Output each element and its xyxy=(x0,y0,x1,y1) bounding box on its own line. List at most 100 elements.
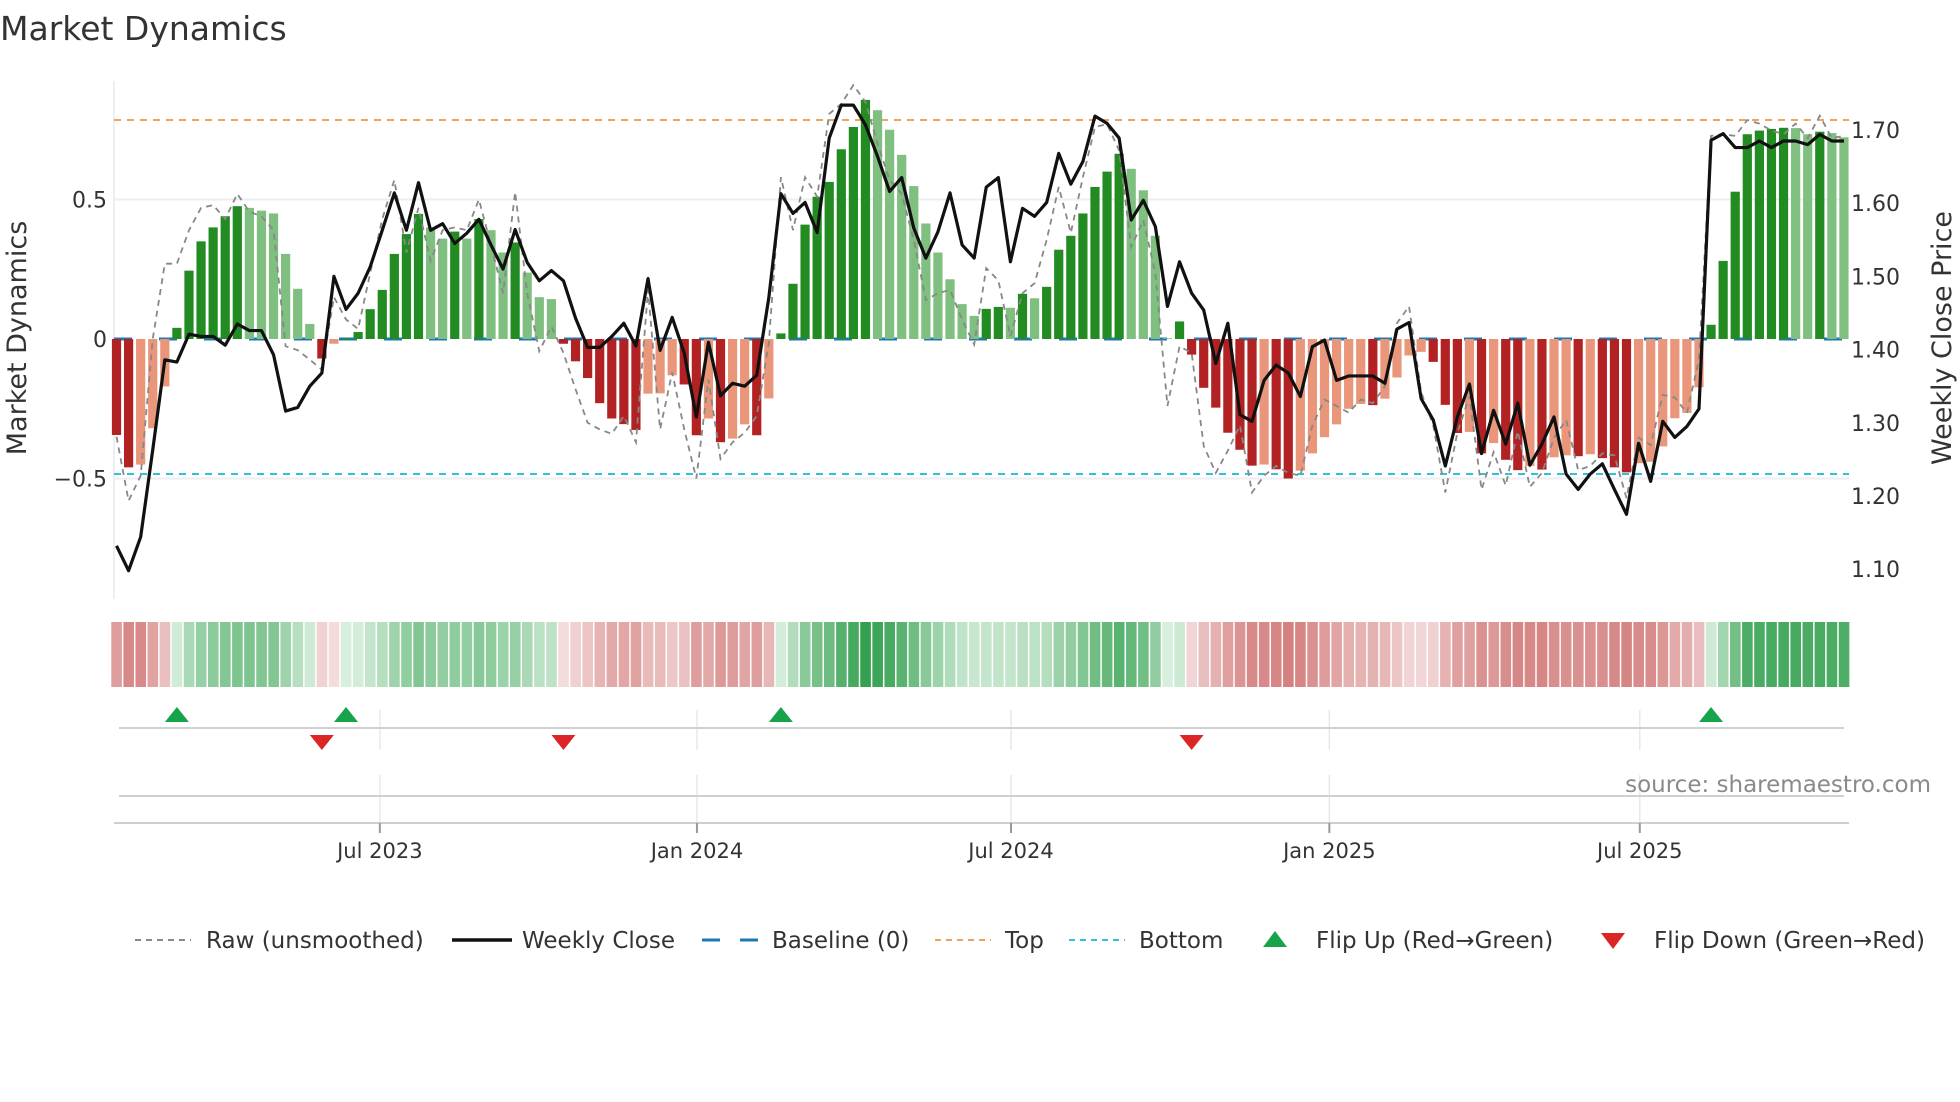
bar xyxy=(1597,339,1607,459)
strip-cell xyxy=(751,622,763,687)
strip-cell xyxy=(944,622,956,687)
strip-cell xyxy=(1693,622,1705,687)
flip-down-marker xyxy=(1179,735,1204,750)
heat-strip xyxy=(111,622,1850,687)
strip-cell xyxy=(1452,622,1463,687)
bar xyxy=(353,332,363,339)
bar xyxy=(981,308,991,339)
strip-cell xyxy=(787,622,799,687)
strip-cell xyxy=(1089,622,1101,687)
strip-cell xyxy=(1464,622,1475,687)
strip-cell xyxy=(1367,622,1379,687)
strip-cell xyxy=(1355,622,1367,687)
strip-cell xyxy=(691,622,702,687)
strip-cell xyxy=(703,622,714,687)
strip-cell xyxy=(1681,622,1693,687)
market-dynamics-chart: Market Dynamics Jul 2023 Jan 2024 Jul 2024… xyxy=(0,9,1958,954)
bar xyxy=(1356,339,1366,405)
flip-up-marker xyxy=(1699,707,1724,722)
strip-cell xyxy=(328,622,340,687)
strip-cell xyxy=(1005,622,1016,687)
strip-cell xyxy=(1814,622,1826,687)
strip-cell xyxy=(618,622,630,687)
strip-cell xyxy=(1041,622,1053,687)
bar xyxy=(1295,339,1305,471)
strip-cell xyxy=(1234,622,1246,687)
strip-cell xyxy=(932,622,944,687)
y2-tick-label: 1.70 xyxy=(1851,119,1900,144)
strip-cell xyxy=(1343,622,1355,687)
bar xyxy=(1344,339,1354,409)
strip-cell xyxy=(1717,622,1729,687)
strip-cell xyxy=(1560,622,1572,687)
bar xyxy=(1827,133,1837,339)
bar xyxy=(220,216,230,339)
legend-label: Flip Down (Green→Red) xyxy=(1654,928,1925,954)
strip-cell xyxy=(220,622,231,687)
bar xyxy=(631,339,641,430)
strip-cell xyxy=(123,622,134,687)
legend-item-flip-up: Flip Up (Red→Green) xyxy=(1263,928,1553,954)
strip-cell xyxy=(727,622,738,687)
strip-cell xyxy=(666,622,678,687)
bar xyxy=(172,327,182,339)
bar xyxy=(1561,339,1571,456)
strip-cell xyxy=(896,622,908,687)
strip-cell xyxy=(1246,622,1258,687)
strip-cell xyxy=(920,622,932,687)
bar xyxy=(256,210,267,339)
strip-cell xyxy=(1283,622,1294,687)
strip-cell xyxy=(461,622,473,687)
strip-cell xyxy=(1440,622,1451,687)
bar xyxy=(1416,339,1426,352)
legend-item-flip-down: Flip Down (Green→Red) xyxy=(1601,928,1925,954)
strip-cell xyxy=(1029,622,1040,687)
strip-cell xyxy=(1162,622,1173,687)
y2-tick-label: 1.10 xyxy=(1851,558,1900,583)
legend-item-top: Top xyxy=(935,928,1044,954)
bar xyxy=(1803,134,1813,339)
bar xyxy=(1609,339,1620,468)
bar xyxy=(1102,171,1112,339)
x-tick-label: Jul 2024 xyxy=(966,839,1053,863)
strip-cell xyxy=(1053,622,1065,687)
bar xyxy=(1573,339,1583,457)
bar xyxy=(1054,249,1064,339)
strip-cell xyxy=(449,622,461,687)
strip-cell xyxy=(268,622,279,687)
bar xyxy=(425,227,436,339)
strip-cell xyxy=(811,622,823,687)
strip-cell xyxy=(1391,622,1403,687)
y2-tick-label: 1.30 xyxy=(1851,412,1900,437)
bar xyxy=(800,224,810,339)
strip-cell xyxy=(1742,622,1753,687)
strip-cell xyxy=(1065,622,1077,687)
legend-label: Baseline (0) xyxy=(772,928,909,954)
strip-cell xyxy=(413,622,424,687)
strip-cell xyxy=(1536,622,1548,687)
source-label: source: sharemaestro.com xyxy=(1625,772,1931,798)
bar xyxy=(462,238,472,339)
strip-cell xyxy=(1307,622,1318,687)
strip-cell xyxy=(207,622,219,687)
strip-cell xyxy=(1609,622,1620,687)
strip-cell xyxy=(147,622,159,687)
bar xyxy=(1585,339,1595,455)
strip-cell xyxy=(836,622,847,687)
strip-cell xyxy=(1838,622,1850,687)
strip-cell xyxy=(316,622,328,687)
strip-cell xyxy=(1150,622,1161,687)
strip-cell xyxy=(1669,622,1681,687)
strip-cell xyxy=(1730,622,1741,687)
y-tick-label: −0.5 xyxy=(54,468,107,493)
strip-cell xyxy=(1778,622,1789,687)
bar xyxy=(1428,339,1438,362)
legend-triangle-down-icon xyxy=(1601,933,1625,949)
strip-cell xyxy=(1500,622,1512,687)
legend-triangle-up-icon xyxy=(1263,931,1287,947)
strip-cell xyxy=(1331,622,1342,687)
bar xyxy=(607,339,617,419)
strip-cell xyxy=(981,622,992,687)
bar xyxy=(764,339,774,399)
strip-cell xyxy=(546,622,557,687)
